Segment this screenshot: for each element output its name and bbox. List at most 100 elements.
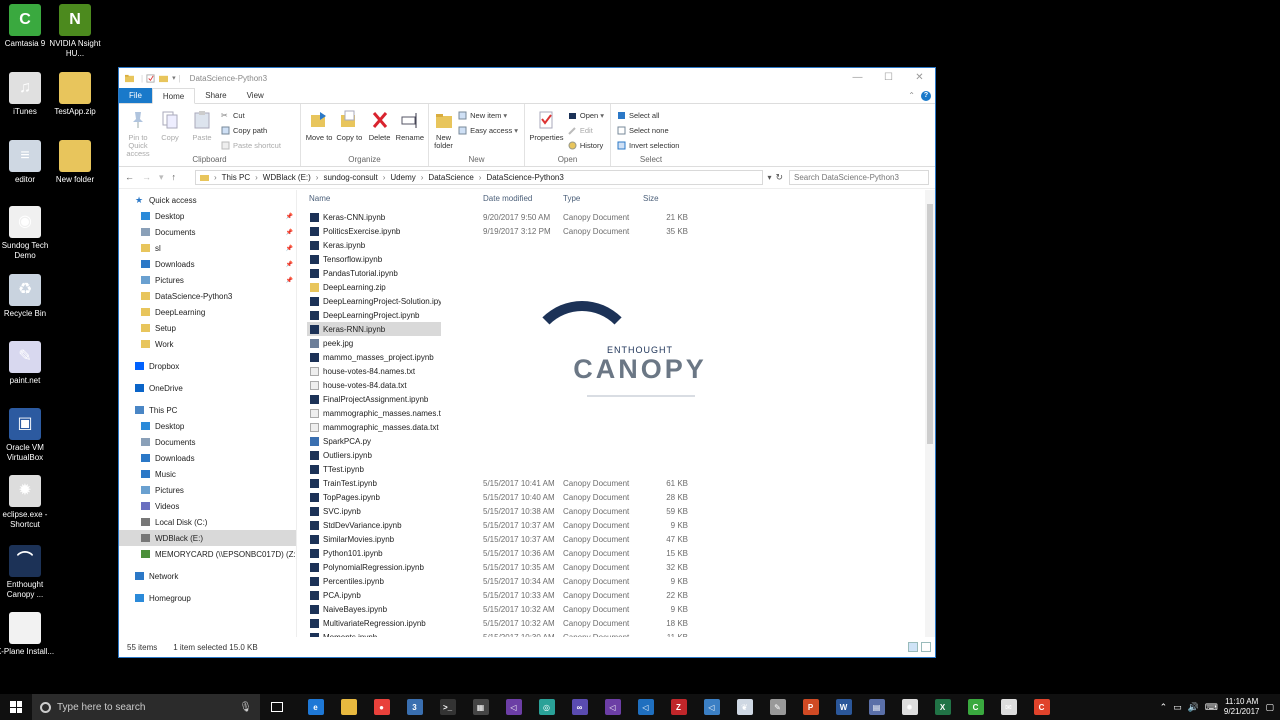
file-row[interactable]: Percentiles.ipynb 5/15/2017 10:34 AM Canop… [307,574,925,588]
taskbar-app-file-explorer[interactable] [332,694,365,720]
nav-item-downloads[interactable]: Downloads 📌 [119,256,296,272]
taskbar-app-excel[interactable]: X [926,694,959,720]
tab-view[interactable]: View [237,88,274,103]
desktop-icon-enthought-canopy[interactable]: ⌒ Enthought Canopy ... [0,545,55,600]
desktop-icon-new-folder[interactable]: New folder [45,140,105,185]
taskbar-app-visual-studio[interactable]: ◁ [497,694,530,720]
edit-button[interactable]: Edit [568,124,604,137]
file-row[interactable]: SVC.ipynb 5/15/2017 10:38 AM Canopy Docume… [307,504,925,518]
breadcrumb-separator-icon[interactable]: › [479,173,482,182]
desktop-icon-paint-net[interactable]: ✎ paint.net [0,341,55,386]
large-icons-view-icon[interactable] [921,642,931,652]
file-row[interactable]: Keras-CNN.ipynb 9/20/2017 9:50 AM Canopy D… [307,210,925,224]
desktop-icon-recycle-bin[interactable]: ♻ Recycle Bin [0,274,55,319]
task-view-button[interactable] [260,694,293,720]
desktop-icon-nvidia-nsight-hu[interactable]: N NVIDIA Nsight HU... [45,4,105,59]
column-header-date[interactable]: Date modified [483,194,532,203]
file-row[interactable]: PolynomialRegression.ipynb 5/15/2017 10:3… [307,560,925,574]
taskbar-app-mail[interactable]: ✉ [992,694,1025,720]
taskbar-app-visual-studio-code[interactable]: ◁ [695,694,728,720]
nav-item-setup[interactable]: Setup [119,320,296,336]
taskbar-app-tools[interactable]: ✎ [761,694,794,720]
nav-item-music[interactable]: Music [119,466,296,482]
desktop-icon-sundog-tech-demo[interactable]: ◉ Sundog Tech Demo [0,206,55,261]
file-row[interactable]: SimilarMovies.ipynb 5/15/2017 10:37 AM Can… [307,532,925,546]
back-arrow-icon[interactable]: ← [125,172,134,183]
close-button[interactable]: ✕ [904,68,935,88]
nav-item-onedrive[interactable]: OneDrive [119,380,296,396]
taskbar-app-camtasia[interactable]: C [959,694,992,720]
pin-icon[interactable]: 📌 [286,277,293,284]
file-row[interactable]: NaiveBayes.ipynb 5/15/2017 10:32 AM Canopy… [307,602,925,616]
breadcrumb-separator-icon[interactable]: › [383,173,386,182]
taskbar-app-filezilla[interactable]: Z [662,694,695,720]
breadcrumb-wdblack-e[interactable]: WDBlack (E:) [263,173,311,182]
nav-item-videos[interactable]: Videos [119,498,296,514]
file-row[interactable]: Keras.ipynb [307,238,925,252]
nav-item-wdblack-e[interactable]: WDBlack (E:) [119,530,296,546]
nav-item-local-disk-c[interactable]: Local Disk (C:) [119,514,296,530]
desktop-icon-x-plane-install[interactable]: X-Plane Install... [0,612,55,657]
nav-item-dropbox[interactable]: Dropbox [119,358,296,374]
nav-item-desktop[interactable]: Desktop [119,418,296,434]
file-row[interactable]: TrainTest.ipynb 5/15/2017 10:41 AM Canopy … [307,476,925,490]
refresh-icon[interactable]: ↻ [775,172,783,183]
tab-home[interactable]: Home [151,88,196,104]
collapse-ribbon-icon[interactable]: ⌃ [908,91,915,100]
details-view-icon[interactable] [908,642,918,652]
easy-access-button[interactable]: Easy access ▾ [458,124,518,137]
breadcrumb-sundog-consult[interactable]: sundog-consult [323,173,377,182]
forward-arrow-icon[interactable]: → [142,172,151,183]
address-bar[interactable]: › This PC › WDBlack (E:) › sundog-consult › Ude… [195,170,764,185]
nav-item-documents[interactable]: Documents 📌 [119,224,296,240]
breadcrumb-datascience[interactable]: DataScience [428,173,473,182]
microphone-icon[interactable]: 🎙 [239,702,252,713]
file-row[interactable]: PoliticsExercise.ipynb 9/19/2017 3:12 PM C… [307,224,925,238]
breadcrumb-this-pc[interactable]: This PC [222,173,250,182]
column-header-name[interactable]: Name [309,194,330,203]
file-row[interactable]: SparkPCA.py [307,434,925,448]
properties-qa-icon[interactable] [146,73,155,83]
nav-item-memorycard-epsonbc017d-z[interactable]: MEMORYCARD (\\EPSONBC017D) (Z:) [119,546,296,562]
taskbar-app-globe[interactable]: ◎ [530,694,563,720]
tab-file[interactable]: File [119,88,152,103]
scrollbar-thumb[interactable] [927,204,933,444]
nav-item-quick-access[interactable]: ★ Quick access [119,192,296,208]
nav-item-deeplearning[interactable]: DeepLearning [119,304,296,320]
notifications-icon[interactable]: ▢ [1265,702,1274,713]
maximize-button[interactable]: ☐ [873,68,904,88]
nav-item-pictures[interactable]: Pictures 📌 [119,272,296,288]
new-item-button[interactable]: New item ▾ [458,109,518,122]
file-row[interactable]: TTest.ipynb [307,462,925,476]
title-bar[interactable]: | ▾ | DataScience-Python3 — ☐ ✕ [119,68,935,88]
taskbar-app-feather[interactable]: ❦ [728,694,761,720]
taskbar-app-word[interactable]: W [827,694,860,720]
clock[interactable]: 11:10 AM 9/21/2017 [1224,697,1260,717]
file-row[interactable]: Tensorflow.ipynb [307,252,925,266]
volume-icon[interactable]: 🔊 [1188,702,1199,713]
column-header-type[interactable]: Type [563,194,580,203]
pin-icon[interactable]: 📌 [286,229,293,236]
copy-path-button[interactable]: Copy path [221,124,281,137]
up-arrow-icon[interactable]: ↑ [172,172,177,183]
taskbar-search[interactable]: Type here to search 🎙 [32,694,260,720]
taskbar-app-camtasia-recorder[interactable]: C [1025,694,1058,720]
invert-selection-button[interactable]: Invert selection [617,139,679,152]
taskbar-app-vscode[interactable]: ◁ [629,694,662,720]
file-row[interactable]: MultivariateRegression.ipynb 5/15/2017 10… [307,616,925,630]
file-row[interactable]: Outliers.ipynb [307,448,925,462]
history-button[interactable]: History [568,139,604,152]
vertical-scrollbar[interactable] [925,190,935,637]
file-row[interactable]: Moments.ipynb 5/15/2017 10:30 AM Canopy Do… [307,630,925,637]
pin-icon[interactable]: 📌 [286,213,293,220]
pin-icon[interactable]: 📌 [286,261,293,268]
taskbar-app-chrome[interactable]: ● [365,694,398,720]
start-button[interactable] [0,694,32,720]
network-icon[interactable]: ▭ [1173,702,1182,713]
taskbar-app-infinity[interactable]: ∞ [563,694,596,720]
cut-button[interactable]: ✂ Cut [221,109,281,122]
file-row[interactable]: Python101.ipynb 5/15/2017 10:36 AM Canopy … [307,546,925,560]
qa-dropdown-icon[interactable]: ▾ [172,74,176,82]
taskbar-app-edge[interactable]: e [299,694,332,720]
tab-share[interactable]: Share [195,88,236,103]
